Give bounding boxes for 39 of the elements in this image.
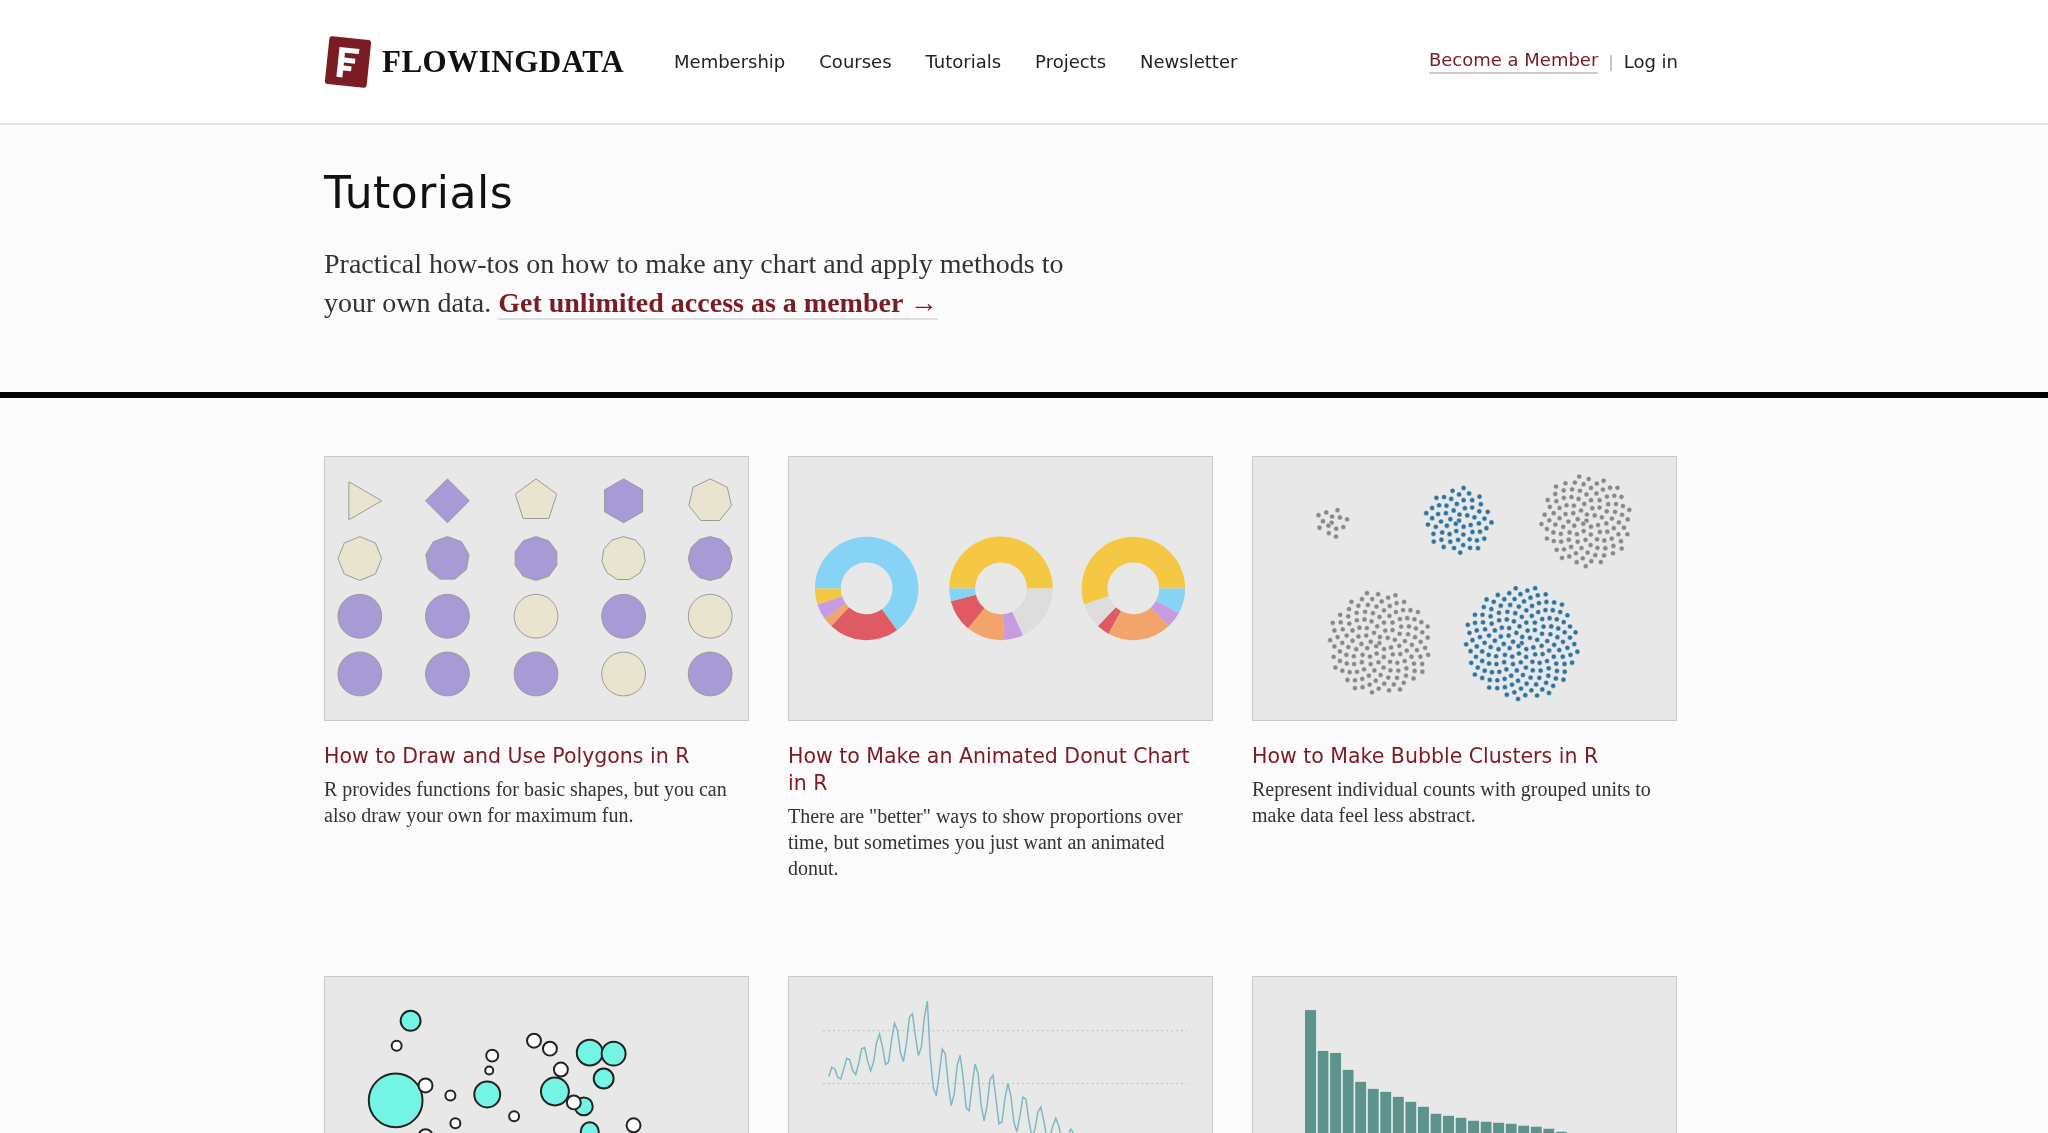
nav-link[interactable]: Newsletter <box>1140 51 1238 72</box>
bar <box>1505 1123 1518 1133</box>
article-description: R provides functions for basic shapes, but you can also draw your own for maximum fun. <box>324 777 728 828</box>
become-member-link[interactable]: Become a Member <box>1428 49 1599 74</box>
article-title-link[interactable]: How to Make Bubble Clusters in R <box>1252 743 1677 770</box>
intro-text: Practical how-tos on how to make any chart and apply methods to your own data. Get unlimited access as a member → <box>324 247 1065 322</box>
bar <box>1417 1106 1430 1133</box>
article-title-link[interactable]: How to Make an Animated Donut Chart in R <box>788 743 1213 797</box>
nav-link[interactable]: Courses <box>819 51 892 72</box>
bar <box>1467 1120 1480 1133</box>
bar <box>1354 1081 1367 1133</box>
nav-link[interactable]: Membership <box>674 51 786 72</box>
polygon-grid-drawing[interactable] <box>324 456 749 721</box>
bar <box>1429 1113 1442 1133</box>
thumbnail[interactable] <box>788 456 1213 721</box>
logo-text[interactable]: FLOWINGDATA <box>382 43 625 80</box>
line-chart-drawing[interactable] <box>788 976 1213 1133</box>
article-description: Represent individual counts with grouped units to make data feel less abstract. <box>1252 777 1652 828</box>
article-title-link[interactable]: How to Draw and Use Polygons in R <box>324 743 749 770</box>
bar <box>1367 1088 1380 1133</box>
logo-icon[interactable] <box>324 34 372 89</box>
thumbnail[interactable] <box>1252 976 1677 1133</box>
member-link[interactable]: Get unlimited access as a member → <box>498 287 938 320</box>
bubble-clusters-drawing[interactable] <box>1252 456 1677 721</box>
bar <box>1379 1091 1392 1133</box>
article-description: There are "better" ways to show proportions over time, but sometimes you just want an animated donut. <box>788 804 1184 881</box>
bar <box>1455 1117 1468 1133</box>
bar <box>1480 1121 1493 1133</box>
bar <box>1392 1096 1405 1133</box>
bar <box>1342 1069 1355 1133</box>
bar <box>1442 1115 1455 1133</box>
nav-link[interactable]: Tutorials <box>925 51 1002 72</box>
bubble-map-drawing[interactable] <box>324 976 749 1133</box>
login-link[interactable]: Log in <box>1623 51 1678 72</box>
bar <box>1404 1101 1417 1133</box>
nav-link[interactable]: Projects <box>1035 51 1107 72</box>
separator: | <box>1608 52 1614 71</box>
page-title: Tutorials <box>324 167 515 218</box>
bar <box>1492 1122 1505 1133</box>
